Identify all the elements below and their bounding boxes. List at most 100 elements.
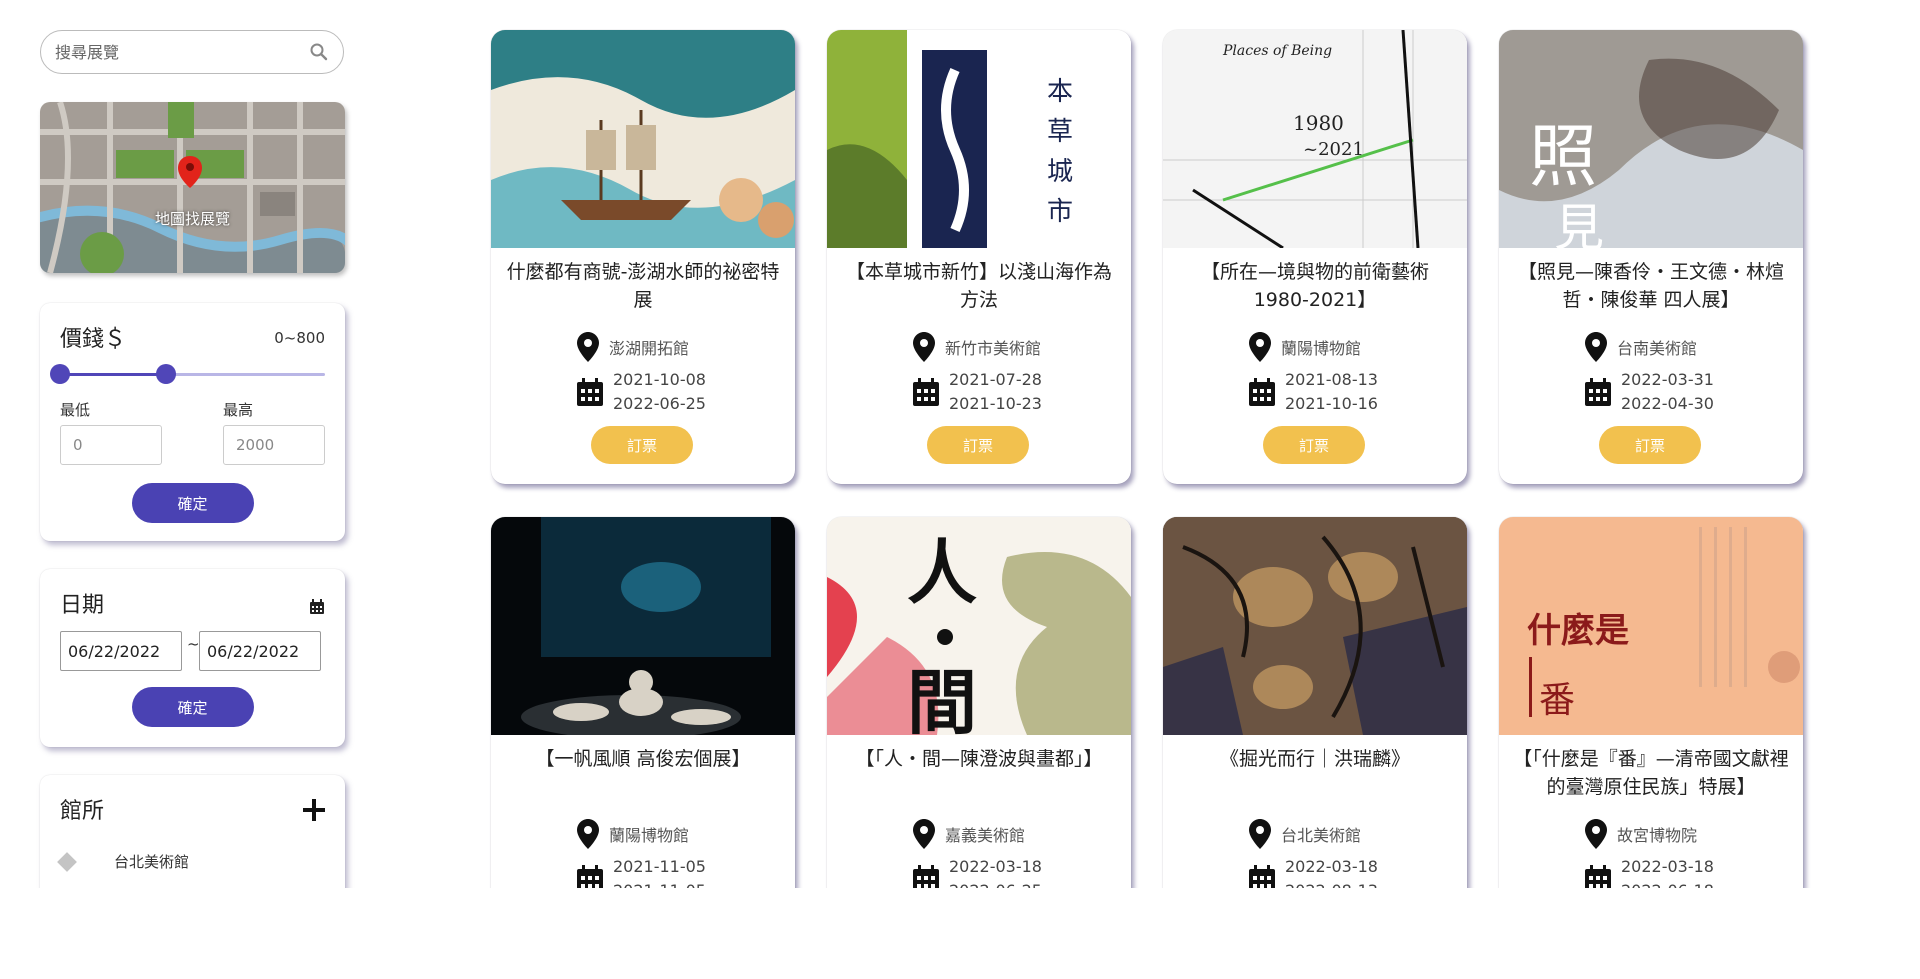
svg-text:照: 照 — [1529, 118, 1597, 197]
date-confirm-button[interactable]: 確定 — [131, 687, 254, 727]
date-row: 2022-03-18 2022-06-25 — [913, 855, 1042, 888]
date-row: 2022-03-18 2022-06-18 — [1585, 855, 1714, 888]
book-ticket-button[interactable]: 訂票 — [1263, 426, 1365, 464]
location-row: 故宮博物院 — [1585, 819, 1697, 849]
calendar-icon — [1249, 865, 1275, 888]
start-date: 2021-07-28 — [949, 370, 1042, 389]
exhibition-poster[interactable]: 人間 — [827, 517, 1131, 735]
location-row: 嘉義美術館 — [913, 819, 1025, 849]
date-filter-panel: 日期 06/22/2022 ~ 06/22/2022 確定 — [40, 569, 345, 747]
svg-text:市: 市 — [1047, 197, 1073, 227]
exhibition-title: 【一帆風順 高俊宏個展】 — [535, 748, 751, 770]
location-text: 嘉義美術館 — [945, 826, 1026, 845]
location-text: 故宮博物院 — [1617, 826, 1698, 845]
price-slider-max-handle[interactable] — [156, 364, 176, 384]
search-box[interactable] — [40, 30, 344, 74]
calendar-icon — [1585, 865, 1611, 888]
date-row: 2021-11-05 2021-11-05 — [577, 855, 706, 888]
exhibition-card[interactable]: Places of Being 1980 ~2021 【所在—境與物的前衛藝術198… — [1163, 30, 1467, 484]
exhibition-card[interactable]: 什麼是番 【「什麼是『番』—清帝國文獻裡的臺灣原住民族」特展】 故宮博物院 20… — [1499, 517, 1803, 888]
price-slider-min-handle[interactable] — [50, 364, 70, 384]
map-pin-icon — [1585, 819, 1607, 849]
location-text: 台南美術館 — [1617, 339, 1698, 358]
exhibition-card[interactable]: 什麼都有商號-澎湖水師的祕密特展 澎湖開拓館 2021-10-08 2022-0… — [491, 30, 795, 484]
location-row: 新竹市美術館 — [913, 332, 1041, 362]
location-row: 蘭陽博物館 — [1249, 332, 1361, 362]
end-date: 2021-10-23 — [949, 394, 1042, 413]
svg-text:草: 草 — [1047, 117, 1073, 147]
exhibition-poster[interactable]: 什麼是番 — [1499, 517, 1803, 735]
exhibition-card[interactable]: 照見 【照見—陳香伶・王文德・林煊哲・陳俊華 四人展】 台南美術館 2022-0… — [1499, 30, 1803, 484]
exhibition-poster[interactable] — [1163, 517, 1467, 735]
svg-text:~2021: ~2021 — [1303, 139, 1364, 160]
book-ticket-button[interactable]: 訂票 — [591, 426, 693, 464]
diamond-icon — [57, 851, 77, 872]
max-price-input[interactable]: 2000 — [223, 425, 325, 465]
exhibition-poster[interactable]: 照見 — [1499, 30, 1803, 248]
svg-text:番: 番 — [1539, 680, 1575, 721]
end-date: 2022-08-13 — [1285, 879, 1378, 888]
start-date: 2021-11-05 — [613, 857, 706, 876]
max-price-label: 最高 — [223, 401, 254, 419]
exhibition-poster[interactable] — [491, 30, 795, 248]
exhibition-title: 【「什麼是『番』—清帝國文獻裡的臺灣原住民族」特展】 — [1513, 748, 1789, 798]
date-row: 2021-07-28 2021-10-23 — [913, 368, 1042, 416]
min-price-label: 最低 — [60, 401, 91, 419]
map-pin-icon — [913, 332, 935, 362]
exhibition-card[interactable]: 《掘光而行｜洪瑞麟》 台北美術館 2022-03-18 2022-08-13 — [1163, 517, 1467, 888]
calendar-icon — [577, 865, 603, 888]
end-date: 2022-06-25 — [949, 879, 1042, 888]
location-text: 蘭陽博物館 — [1281, 339, 1362, 358]
plus-icon[interactable] — [303, 799, 325, 821]
book-ticket-button[interactable]: 訂票 — [927, 426, 1029, 464]
price-confirm-button[interactable]: 確定 — [131, 483, 254, 523]
svg-text:1980: 1980 — [1293, 111, 1344, 135]
map-pin-icon — [577, 332, 599, 362]
svg-text:本: 本 — [1047, 77, 1073, 107]
calendar-icon — [913, 865, 939, 888]
end-date-input[interactable]: 06/22/2022 — [199, 631, 321, 671]
start-date-input[interactable]: 06/22/2022 — [60, 631, 182, 671]
exhibition-card[interactable]: 人間 【「人・間—陳澄波與畫都」】 嘉義美術館 2022-03-18 2022-… — [827, 517, 1131, 888]
calendar-icon[interactable] — [309, 599, 325, 615]
location-text: 澎湖開拓館 — [609, 339, 690, 358]
min-price-input[interactable]: 0 — [60, 425, 162, 465]
map-search-card[interactable]: 地圖找展覽 — [40, 102, 345, 273]
start-date: 2022-03-18 — [1621, 857, 1714, 876]
search-icon[interactable] — [309, 42, 329, 62]
start-date: 2022-03-31 — [1621, 370, 1714, 389]
price-slider[interactable] — [50, 364, 325, 384]
end-date: 2021-11-05 — [613, 879, 706, 888]
svg-text:人: 人 — [907, 532, 977, 614]
search-input[interactable] — [55, 42, 309, 62]
date-title: 日期 — [60, 593, 105, 618]
calendar-icon — [1585, 378, 1611, 406]
calendar-icon — [913, 378, 939, 406]
exhibition-title: 【照見—陳香伶・王文德・林煊哲・陳俊華 四人展】 — [1517, 261, 1784, 311]
exhibition-poster[interactable]: 本草城市 — [827, 30, 1131, 248]
exhibition-title: 《掘光而行｜洪瑞麟》 — [1219, 748, 1410, 770]
exhibition-card[interactable]: 本草城市 【本草城市新竹】以淺山海作為方法 新竹市美術館 2021-07-28 … — [827, 30, 1131, 484]
svg-text:Places of Being: Places of Being — [1222, 43, 1332, 59]
location-row: 蘭陽博物館 — [577, 819, 689, 849]
book-ticket-button[interactable]: 訂票 — [1599, 426, 1701, 464]
exhibition-title: 什麼都有商號-澎湖水師的祕密特展 — [506, 261, 780, 311]
date-row: 2021-10-08 2022-06-25 — [577, 368, 706, 416]
map-pin-icon — [577, 819, 599, 849]
location-row: 台北美術館 — [1249, 819, 1361, 849]
svg-text:城: 城 — [1047, 157, 1073, 187]
exhibition-card[interactable]: 【一帆風順 高俊宏個展】 蘭陽博物館 2021-11-05 2021-11-05 — [491, 517, 795, 888]
start-date: 2021-10-08 — [613, 370, 706, 389]
start-date: 2022-03-18 — [1285, 857, 1378, 876]
map-illustration — [40, 102, 345, 273]
exhibition-poster[interactable]: Places of Being 1980 ~2021 — [1163, 30, 1467, 248]
price-filter-panel: 價錢＄ 0~800 最低 最高 0 2000 確定 — [40, 303, 345, 541]
end-date: 2022-06-25 — [613, 394, 706, 413]
venue-item[interactable]: 台北美術館 — [56, 851, 189, 872]
price-range-text: 0~800 — [274, 329, 325, 347]
map-label: 地圖找展覽 — [154, 210, 230, 228]
map-pin-icon — [1585, 332, 1607, 362]
end-date: 2022-04-30 — [1621, 394, 1714, 413]
exhibition-poster[interactable] — [491, 517, 795, 735]
location-text: 台北美術館 — [1281, 826, 1362, 845]
